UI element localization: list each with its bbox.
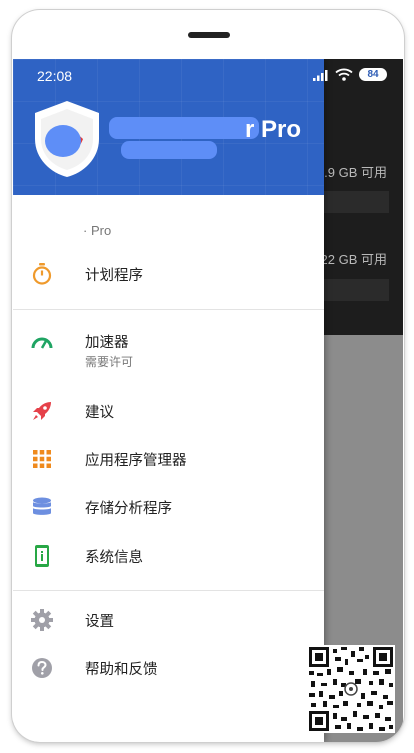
menu-label-settings: 设置 [85,613,114,630]
menu-item-scheduler[interactable]: 计划程序 [13,252,324,296]
storage-bar-1 [313,191,389,213]
app-grid-icon [31,448,53,470]
phone-info-icon [31,545,53,567]
database-icon [31,496,53,518]
app-logo-icon [35,101,99,177]
status-bar: 22:08 84 [13,59,403,93]
navigation-drawer: r Pro · Pro 计划程序 加速器 需要许可 建议 应用程序管理器 存储分… [13,59,324,742]
divider [13,309,324,310]
menu-item-help-feedback[interactable]: 帮助和反馈 [13,646,324,690]
pro-section-label: · Pro [83,223,112,238]
gear-icon [31,609,53,631]
storage-free-1: 0.9 GB 可用 [316,165,387,180]
storage-free-2: 22 GB 可用 [320,252,387,267]
qr-code [307,645,395,733]
storage-bar-2 [313,279,389,301]
menu-label-scheduler: 计划程序 [85,267,143,284]
menu-sublabel-accelerator: 需要许可 [85,355,134,369]
blurred-app-name [109,117,259,139]
menu-item-suggestions[interactable]: 建议 [13,389,324,433]
battery-icon: 84 [359,68,387,81]
status-icons: 84 [313,68,387,81]
menu-label-app-manager: 应用程序管理器 [85,452,187,469]
timer-icon [31,263,53,285]
menu-label-storage-analyzer: 存储分析程序 [85,500,172,517]
speedometer-icon [31,331,53,353]
menu-label-help-feedback: 帮助和反馈 [85,661,158,678]
menu-item-app-manager[interactable]: 应用程序管理器 [13,437,324,481]
menu-label-suggestions: 建议 [85,404,114,421]
signal-icon [313,69,328,81]
status-time: 22:08 [37,68,73,84]
blurred-app-subtitle [121,141,217,159]
screen: 0.9 GB 可用 22 GB 可用 22:08 84 r Pro · Pro … [13,59,403,742]
earpiece-speaker [188,32,230,38]
menu-label-system-info: 系统信息 [85,549,143,566]
menu-item-system-info[interactable]: 系统信息 [13,534,324,578]
wifi-icon [335,68,353,81]
rocket-icon [31,400,53,422]
app-name: r Pro [245,116,302,143]
menu-item-storage-analyzer[interactable]: 存储分析程序 [13,485,324,529]
menu-label-accelerator: 加速器 [85,335,129,351]
divider [13,590,324,591]
menu-item-settings[interactable]: 设置 [13,598,324,642]
phone-frame: 0.9 GB 可用 22 GB 可用 22:08 84 r Pro · Pro … [12,10,404,742]
menu-item-accelerator[interactable]: 加速器 需要许可 [13,329,324,375]
help-icon [31,657,53,679]
